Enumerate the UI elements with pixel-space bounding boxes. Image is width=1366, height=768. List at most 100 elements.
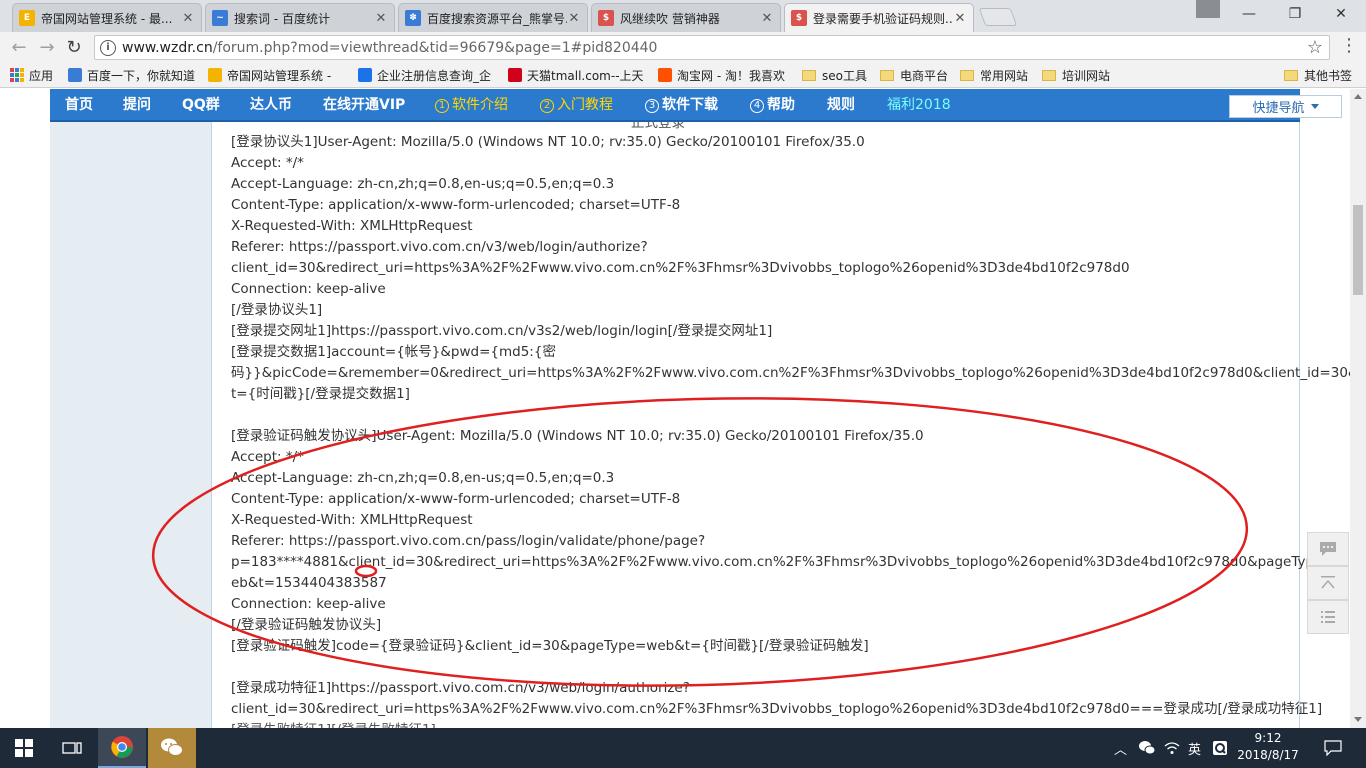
forum-nav-item[interactable]: 首页 [65,89,93,122]
bookmark-item[interactable]: 应用 [10,67,53,83]
quick-nav-dropdown[interactable]: 快捷导航 [1229,95,1342,118]
bookmark-item[interactable]: 电商平台 [880,67,948,83]
tray-app-icon[interactable] [1212,728,1228,768]
tab-close-icon[interactable]: ✕ [181,11,195,26]
post-text-line: Content-Type: application/x-www-form-url… [231,491,681,507]
bookmark-item[interactable]: 百度一下，你就知道 [68,67,195,83]
bookmark-item[interactable]: 其他书签 [1284,67,1352,83]
forum-nav: 快捷导航 首页 提问 QQ群 达人币 在线开通VIP 1 软件介绍 2 入门教程 3 软件下载 4 帮助… [50,89,1342,122]
post-border [1299,89,1300,729]
bookmark-item[interactable]: 培训网站 [1042,67,1110,83]
post-text-line: Content-Type: application/x-www-form-url… [231,197,681,213]
tab-close-icon[interactable]: ✕ [953,11,967,26]
wechat-taskbar-button[interactable] [148,728,196,768]
folder-icon [1284,69,1298,81]
scroll-down-arrow[interactable] [1354,717,1362,722]
forum-nav-item[interactable]: 规则 [827,89,855,122]
url-path: /forum.php?mod=viewthread&tid=96679&page… [212,39,658,56]
task-view-button[interactable] [48,728,96,768]
forward-button[interactable]: → [36,36,58,58]
page-scrollbar[interactable] [1350,89,1366,729]
tab-favicon-icon: $ [791,10,807,26]
forum-nav-item[interactable]: 达人币 [250,89,292,122]
wifi-icon[interactable] [1164,728,1180,768]
bookmark-favicon-icon [68,68,82,82]
nav-number-badge: 1 [435,99,449,113]
bookmark-item[interactable]: 天猫tmall.com--上天 [508,67,644,83]
scroll-up-arrow[interactable] [1354,94,1362,99]
browser-tab[interactable]: $ 登录需要手机验证码规则... ✕ [784,3,974,32]
forum-nav-item[interactable]: 福利2018 [887,89,951,122]
start-button[interactable] [0,728,48,768]
back-to-top-button[interactable] [1307,566,1349,600]
post-text-line: p=183****4881&client_id=30&redirect_uri=… [231,554,1345,570]
back-button[interactable]: ← [8,36,30,58]
minimize-button[interactable]: — [1226,0,1272,28]
post-text-line: [登录协议头1]User-Agent: Mozilla/5.0 (Windows… [231,134,865,150]
reload-button[interactable]: ↻ [63,36,85,58]
browser-tab[interactable]: $ 风继续吹 营销神器 ✕ [591,3,781,32]
forum-nav-item[interactable]: QQ群 [182,89,220,122]
forum-nav-label: 达人币 [250,97,292,113]
browser-tab[interactable]: ✽ 百度搜索资源平台_熊掌号... ✕ [398,3,588,32]
post-text-line: Referer: https://passport.vivo.com.cn/v3… [231,239,648,255]
forum-nav-item[interactable]: 4 帮助 [750,89,795,122]
bookmark-item[interactable]: 常用网站 [960,67,1028,83]
address-bar[interactable]: i www.wzdr.cn/forum.php?mod=viewthread&t… [94,35,1330,60]
new-tab-button[interactable] [978,8,1018,26]
bookmark-label: 电商平台 [900,68,949,83]
bookmark-item[interactable]: 企业注册信息查询_企 [358,67,491,83]
post-text-line: Connection: keep-alive [231,596,386,612]
browser-tab[interactable]: ~ 搜索词 - 百度统计 ✕ [205,3,395,32]
browser-toolbar: ← → ↻ i www.wzdr.cn/forum.php?mod=viewth… [0,32,1366,62]
bookmark-item[interactable]: 帝国网站管理系统 - [208,67,331,83]
bookmark-favicon-icon [658,68,672,82]
bookmark-label: 培训网站 [1062,68,1111,83]
post-text-line: [登录验证码触发]code={登录验证码}&client_id=30&pageT… [231,638,869,654]
tab-favicon-icon: $ [598,10,614,26]
return-list-button[interactable] [1307,600,1349,634]
forum-nav-item[interactable]: 提问 [123,89,151,122]
forum-nav-label: QQ群 [182,97,220,113]
taskbar-clock[interactable]: 9:12 2018/8/17 [1228,730,1308,766]
forum-nav-item[interactable]: 2 入门教程 [540,89,613,122]
comment-float-button[interactable] [1307,532,1349,566]
maximize-button[interactable]: ❐ [1272,0,1318,28]
post-text-line: client_id=30&redirect_uri=https%3A%2F%2F… [231,260,1130,276]
forum-nav-label: 福利2018 [887,97,951,113]
browser-tab[interactable]: E 帝国网站管理系统 - 最... ✕ [12,3,202,32]
tab-close-icon[interactable]: ✕ [374,11,388,26]
tray-wechat-icon[interactable] [1138,728,1156,768]
forum-nav-label: 首页 [65,97,93,113]
post-text-line: client_id=30&redirect_uri=https%3A%2F%2F… [231,701,1323,717]
clock-time: 9:12 [1254,731,1282,745]
forum-nav-label: 入门教程 [557,97,613,113]
forum-nav-item[interactable]: 3 软件下载 [645,89,718,122]
post-text-line: Referer: https://passport.vivo.com.cn/pa… [231,533,706,549]
folder-icon [880,69,894,81]
tab-close-icon[interactable]: ✕ [567,11,581,26]
forum-nav-label: 在线开通VIP [323,97,406,113]
bookmark-star-icon[interactable]: ☆ [1307,37,1323,58]
post-body: [登录提证/登录退出]正式登录[登录协议头1]User-Agent: Mozil… [231,89,1350,729]
tray-chevron-icon[interactable]: ︿ [1114,728,1127,768]
profile-icon[interactable] [1196,0,1220,18]
ime-indicator[interactable]: 英 [1188,728,1201,768]
bookmark-label: 应用 [29,68,54,83]
bookmark-item[interactable]: 淘宝网 - 淘！我喜欢 [658,67,785,83]
forum-nav-item[interactable]: 在线开通VIP [323,89,405,122]
close-window-button[interactable]: ✕ [1318,0,1364,28]
notification-center-icon[interactable] [1324,728,1342,768]
post-text-line: Connection: keep-alive [231,281,386,297]
site-info-icon[interactable]: i [100,39,116,56]
forum-nav-item[interactable]: 1 软件介绍 [435,89,508,122]
bookmark-item[interactable]: seo工具 [802,67,867,83]
windows-taskbar: ︿ 英 9:12 2018/8/17 [0,728,1366,768]
task-view-icon [62,742,82,754]
chrome-taskbar-button[interactable] [98,728,146,768]
tab-close-icon[interactable]: ✕ [760,11,774,26]
scroll-thumb[interactable] [1353,205,1363,295]
browser-menu-icon[interactable]: ⋮ [1340,37,1358,57]
bookmark-label: seo工具 [822,68,867,83]
folder-icon [960,69,974,81]
